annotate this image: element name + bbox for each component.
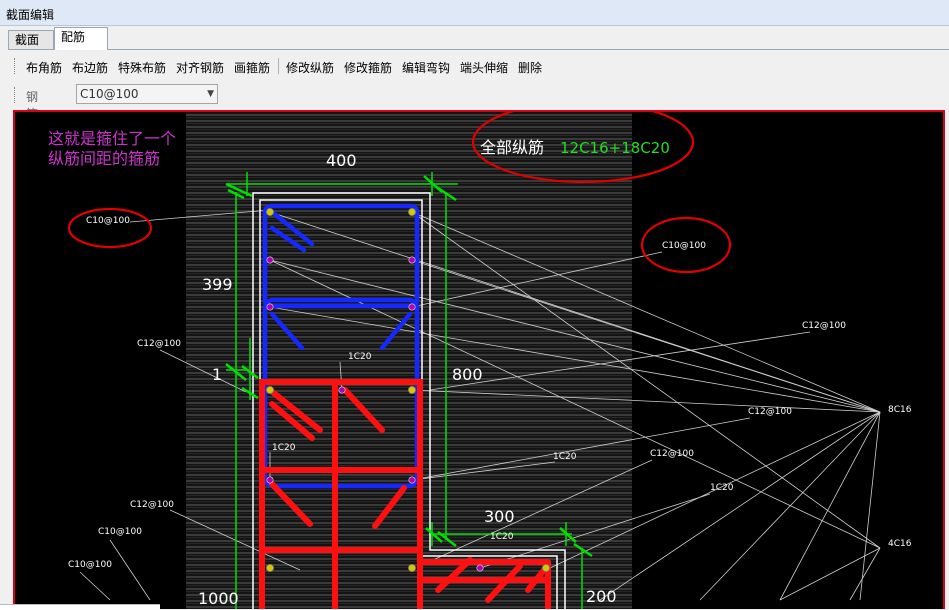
label-8c16: 8C16 xyxy=(888,405,912,415)
dim-bottom-right-label: 200 xyxy=(586,587,617,606)
status-tab xyxy=(0,604,160,610)
toolbar-separator xyxy=(278,58,279,74)
edit-longitudinal-button[interactable]: 修改纵筋 xyxy=(286,59,334,76)
tab-section-label: 截面 xyxy=(15,33,40,47)
label-c12-bl: C12@100 xyxy=(130,500,174,510)
label-1c20-b: 1C20 xyxy=(272,443,296,453)
window-title: 截面编辑 xyxy=(6,8,55,22)
draw-stirrup-button[interactable]: 画箍筋 xyxy=(234,59,270,76)
all-rebar-value: 12C16+18C20 xyxy=(560,139,670,157)
dim-bottom-left-label: 1000 xyxy=(198,589,239,608)
end-extend-button[interactable]: 端头伸缩 xyxy=(460,59,508,76)
label-4c16: 4C16 xyxy=(888,539,912,549)
label-c10-bl2: C10@100 xyxy=(68,560,112,570)
label-c10-right: C10@100 xyxy=(662,241,706,251)
dim-top-label: 400 xyxy=(326,151,357,170)
all-rebar-label: 全部纵筋 xyxy=(480,138,544,157)
label-c12-r3: C12@100 xyxy=(650,449,694,459)
drawing-canvas[interactable]: 400 399 1 800 300 1000 200 这就是箍住了一个 纵筋间距… xyxy=(13,110,945,609)
edit-stirrup-button[interactable]: 修改箍筋 xyxy=(344,59,392,76)
tab-panel-border xyxy=(8,49,949,50)
toolbar-grip-icon[interactable] xyxy=(14,58,18,74)
label-c12-r1: C12@100 xyxy=(802,321,846,331)
edge-rebar-button[interactable]: 布边筋 xyxy=(72,59,108,76)
edit-hook-button[interactable]: 编辑弯钩 xyxy=(402,59,450,76)
rebar-info-select[interactable]: C10@100 ▼ xyxy=(76,84,218,104)
label-1c20-c: 1C20 xyxy=(553,452,577,462)
chevron-down-icon[interactable]: ▼ xyxy=(207,85,214,103)
dim-left-label: 399 xyxy=(202,275,233,294)
label-c10-bl1: C10@100 xyxy=(98,527,142,537)
dim-step-label: 300 xyxy=(484,507,515,526)
label-c12-r2: C12@100 xyxy=(748,407,792,417)
annotation-line2: 纵筋间距的箍筋 xyxy=(48,149,160,168)
tab-section[interactable]: 截面 xyxy=(8,30,54,49)
section-drawing[interactable]: 400 399 1 800 300 1000 200 这就是箍住了一个 纵筋间距… xyxy=(15,112,945,609)
label-1c20-a: 1C20 xyxy=(348,352,372,362)
rebar-info-grip-icon[interactable] xyxy=(14,87,18,103)
annotation-line1: 这就是箍住了一个 xyxy=(48,129,176,148)
tab-rebar[interactable]: 配筋 xyxy=(54,27,108,50)
tab-rebar-label: 配筋 xyxy=(61,30,86,44)
rebar-info-value: C10@100 xyxy=(80,87,139,101)
align-rebar-button[interactable]: 对齐钢筋 xyxy=(176,59,224,76)
label-1c20-e: 1C20 xyxy=(490,532,514,542)
label-1c20-d: 1C20 xyxy=(710,483,734,493)
label-c10-left: C10@100 xyxy=(86,216,130,226)
corner-rebar-button[interactable]: 布角筋 xyxy=(26,59,62,76)
dim-right-label: 800 xyxy=(452,365,483,384)
special-rebar-button[interactable]: 特殊布筋 xyxy=(118,59,166,76)
label-c12-left: C12@100 xyxy=(137,339,181,349)
delete-button[interactable]: 删除 xyxy=(518,59,542,76)
dim-small-label: 1 xyxy=(212,365,222,384)
window-titlebar: 截面编辑 xyxy=(0,0,949,26)
